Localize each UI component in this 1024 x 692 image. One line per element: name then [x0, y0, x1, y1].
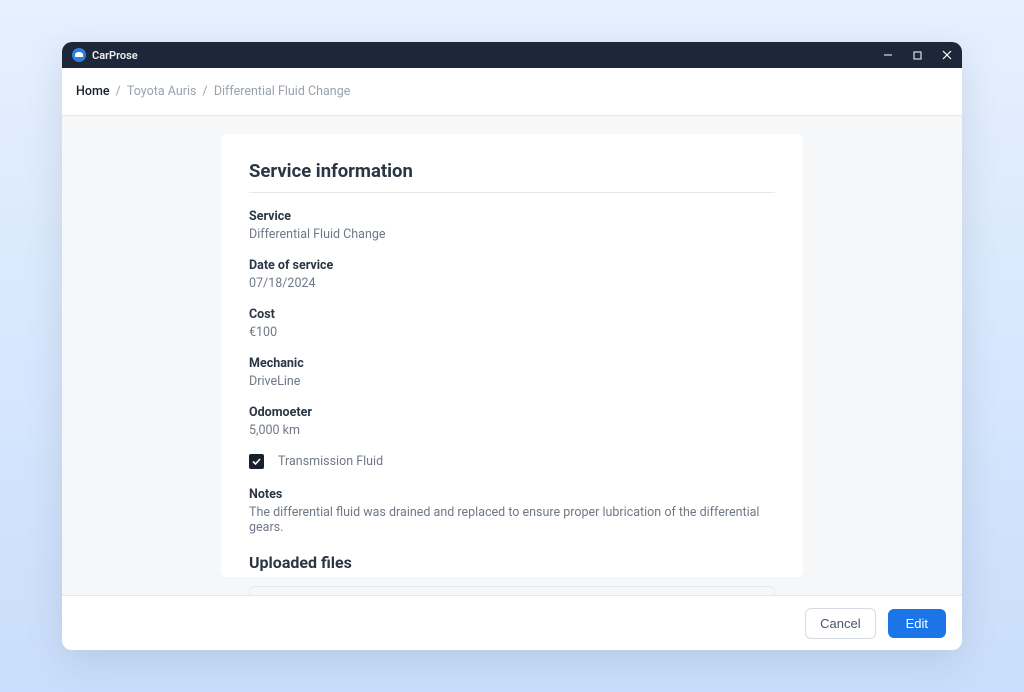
content-area: Service information Service Differential… — [62, 116, 962, 595]
breadcrumb-page: Differential Fluid Change — [214, 84, 351, 99]
field-label: Date of service — [249, 258, 775, 273]
cancel-button[interactable]: Cancel — [805, 608, 875, 639]
breadcrumb-separator: / — [199, 84, 210, 99]
bottom-bar: Cancel Edit — [62, 595, 962, 650]
field-date: Date of service 07/18/2024 — [249, 258, 775, 291]
checkbox-label: Transmission Fluid — [278, 454, 383, 469]
checkbox-icon — [249, 454, 264, 469]
field-notes: Notes The differential fluid was drained… — [249, 487, 775, 535]
field-value: €100 — [249, 325, 775, 340]
close-icon[interactable] — [942, 50, 952, 60]
app-logo-wrap: CarProse — [72, 48, 138, 62]
breadcrumb-vehicle[interactable]: Toyota Auris — [127, 84, 197, 99]
field-value: 07/18/2024 — [249, 276, 775, 291]
field-mechanic: Mechanic DriveLine — [249, 356, 775, 389]
app-title: CarProse — [92, 49, 138, 62]
maximize-icon[interactable] — [913, 51, 922, 60]
field-label: Service — [249, 209, 775, 224]
uploaded-files-title: Uploaded files — [249, 553, 775, 572]
field-value: Differential Fluid Change — [249, 227, 775, 242]
titlebar: CarProse — [62, 42, 962, 68]
app-logo-icon — [72, 48, 86, 62]
edit-button[interactable]: Edit — [888, 609, 946, 638]
minimize-icon[interactable] — [883, 50, 893, 60]
window-controls — [883, 50, 952, 60]
file-row: invoice-5953211154.pdf delete — [249, 586, 775, 595]
app-window: CarProse Home / Toyota Auris / Different… — [62, 42, 962, 650]
field-label: Odomoeter — [249, 405, 775, 420]
divider — [249, 192, 775, 193]
field-odometer: Odomoeter 5,000 km — [249, 405, 775, 438]
checkbox-transmission-fluid[interactable]: Transmission Fluid — [249, 454, 775, 469]
field-label: Cost — [249, 307, 775, 322]
field-value: DriveLine — [249, 374, 775, 389]
field-label: Notes — [249, 487, 775, 502]
field-cost: Cost €100 — [249, 307, 775, 340]
breadcrumb-separator: / — [113, 84, 124, 99]
service-info-card: Service information Service Differential… — [221, 134, 803, 577]
card-title: Service information — [249, 160, 775, 182]
field-service: Service Differential Fluid Change — [249, 209, 775, 242]
field-value: 5,000 km — [249, 423, 775, 438]
breadcrumb: Home / Toyota Auris / Differential Fluid… — [62, 68, 962, 116]
field-label: Mechanic — [249, 356, 775, 371]
breadcrumb-home[interactable]: Home — [76, 84, 110, 99]
field-value: The differential fluid was drained and r… — [249, 505, 775, 535]
